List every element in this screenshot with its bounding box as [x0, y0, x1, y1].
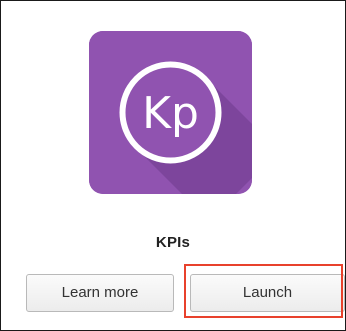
kpis-app-icon[interactable]: Kp [89, 31, 252, 194]
launch-button[interactable]: Launch [190, 274, 345, 312]
app-title: KPIs [155, 234, 191, 251]
app-card: Kp KPIs Learn more Launch [0, 0, 346, 331]
icon-letters: Kp [142, 88, 199, 139]
kpis-icon-graphic: Kp [89, 31, 252, 194]
learn-more-button[interactable]: Learn more [26, 274, 174, 312]
